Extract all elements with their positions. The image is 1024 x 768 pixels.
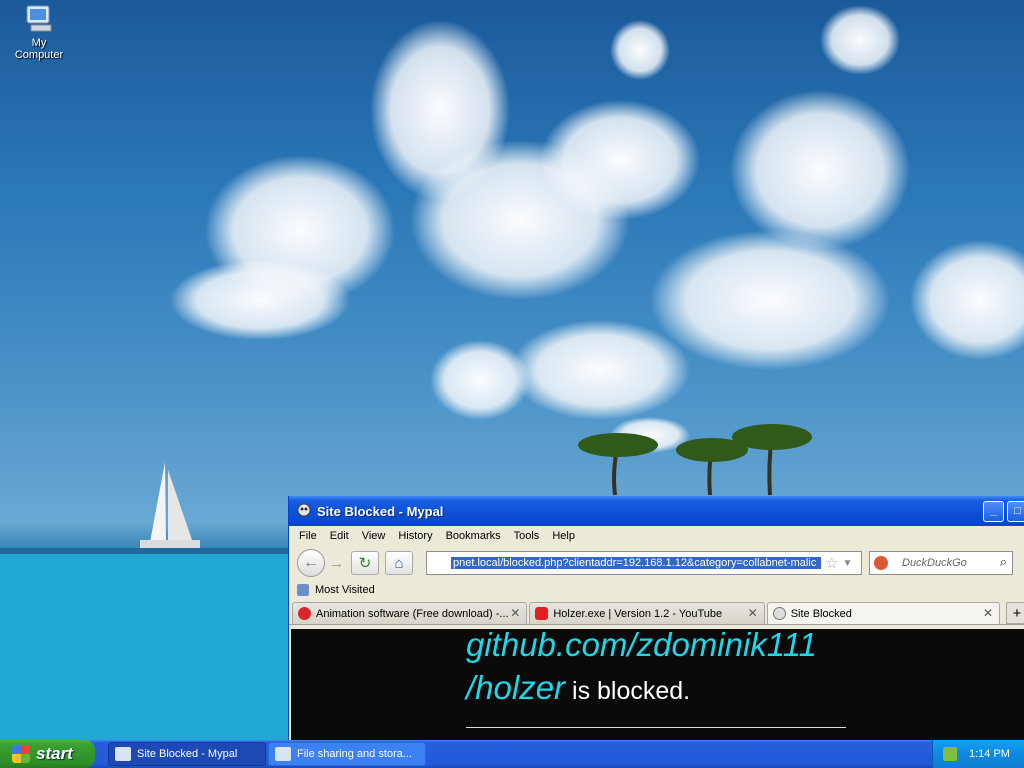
divider: [466, 727, 846, 728]
bookmark-star-icon[interactable]: ☆: [825, 554, 838, 572]
menu-help[interactable]: Help: [552, 530, 575, 542]
network-icon[interactable]: [943, 747, 957, 761]
taskbar-item-site-blocked[interactable]: Site Blocked - Mypal: [108, 742, 266, 766]
taskbar-item-file-sharing[interactable]: File sharing and stora...: [268, 742, 426, 766]
tab-label: Animation software (Free download) -...: [316, 607, 509, 620]
tab-strip: Animation software (Free download) -... …: [289, 600, 1024, 625]
forward-button[interactable]: →: [329, 555, 345, 572]
maximize-button[interactable]: □: [1007, 501, 1024, 522]
start-label: start: [36, 744, 73, 763]
site-favicon-icon: [772, 607, 786, 620]
search-placeholder: DuckDuckGo: [902, 557, 967, 569]
windows-logo-icon: [12, 745, 30, 763]
tab-youtube[interactable]: Holzer.exe | Version 1.2 - YouTube ✕: [529, 602, 765, 624]
page-content: github.com/zdominik111 /holzer is blocke…: [291, 626, 1024, 740]
desktop-icon-label: My Computer: [14, 37, 64, 61]
plus-icon: +: [1012, 604, 1022, 622]
browser-app-icon: [297, 503, 311, 520]
window-titlebar[interactable]: Site Blocked - Mypal _ □: [289, 496, 1024, 526]
menu-file[interactable]: File: [299, 530, 317, 542]
menu-edit[interactable]: Edit: [330, 530, 349, 542]
task-label: File sharing and stora...: [297, 748, 412, 760]
browser-app-icon: [115, 747, 131, 761]
browser-app-icon: [275, 747, 291, 761]
url-dropdown-icon[interactable]: ▼: [842, 558, 852, 569]
close-tab-icon[interactable]: ✕: [510, 606, 520, 620]
new-tab-button[interactable]: +: [1006, 602, 1024, 624]
menu-view[interactable]: View: [362, 530, 386, 542]
bookmark-most-visited[interactable]: Most Visited: [315, 584, 375, 596]
reload-icon: ↻: [358, 555, 372, 572]
search-box[interactable]: DuckDuckGo ⌕: [869, 551, 1013, 575]
help-favicon-icon: [298, 607, 311, 620]
bookmark-folder-icon: [297, 584, 309, 596]
blocked-text: is blocked.: [565, 677, 691, 705]
navigation-toolbar: ← → ↻ ⌂ pnet.local/blocked.php?clientadd…: [289, 546, 1024, 580]
computer-icon: [23, 3, 55, 35]
url-text[interactable]: pnet.local/blocked.php?clientaddr=192.16…: [451, 557, 821, 569]
back-arrow-icon: ←: [303, 554, 319, 571]
desktop-icon-my-computer[interactable]: My Computer: [6, 3, 72, 61]
blocked-url-line1: github.com/zdominik111: [466, 626, 817, 663]
tab-animation-software[interactable]: Animation software (Free download) -... …: [292, 602, 528, 624]
menu-bookmarks[interactable]: Bookmarks: [446, 530, 501, 542]
menu-bar: File Edit View History Bookmarks Tools H…: [289, 526, 1024, 546]
home-button[interactable]: ⌂: [385, 551, 413, 575]
home-icon: ⌂: [394, 554, 404, 572]
window-title: Site Blocked - Mypal: [317, 503, 444, 519]
tab-label: Site Blocked: [790, 607, 852, 620]
tab-label: Holzer.exe | Version 1.2 - YouTube: [553, 607, 723, 620]
taskbar: start Site Blocked - Mypal File sharing …: [0, 740, 1024, 768]
close-tab-icon[interactable]: ✕: [748, 606, 758, 620]
forward-arrow-icon: →: [329, 554, 344, 572]
youtube-favicon-icon: [535, 607, 549, 620]
search-icon[interactable]: ⌕: [1000, 554, 1007, 570]
menu-history[interactable]: History: [398, 530, 432, 542]
clock[interactable]: 1:14 PM: [969, 748, 1010, 760]
close-tab-icon[interactable]: ✕: [983, 606, 993, 620]
back-button[interactable]: ←: [297, 549, 325, 577]
blocked-url-line2: /holzer: [466, 669, 566, 706]
menu-tools[interactable]: Tools: [514, 530, 540, 542]
system-tray: 1:14 PM: [932, 740, 1024, 768]
blocked-message: /holzer is blocked.: [466, 669, 690, 707]
bookmarks-toolbar: Most Visited: [289, 580, 1024, 600]
duckduckgo-icon: [874, 556, 888, 570]
task-label: Site Blocked - Mypal: [137, 748, 238, 760]
tab-site-blocked[interactable]: Site Blocked ✕: [766, 602, 1001, 624]
minimize-button[interactable]: _: [983, 501, 1004, 522]
browser-window: Site Blocked - Mypal _ □ File Edit View …: [288, 496, 1024, 741]
address-bar[interactable]: pnet.local/blocked.php?clientaddr=192.16…: [426, 551, 862, 575]
sailboat-graphic: [140, 462, 200, 548]
start-button[interactable]: start: [0, 740, 95, 768]
reload-button[interactable]: ↻: [351, 551, 379, 575]
